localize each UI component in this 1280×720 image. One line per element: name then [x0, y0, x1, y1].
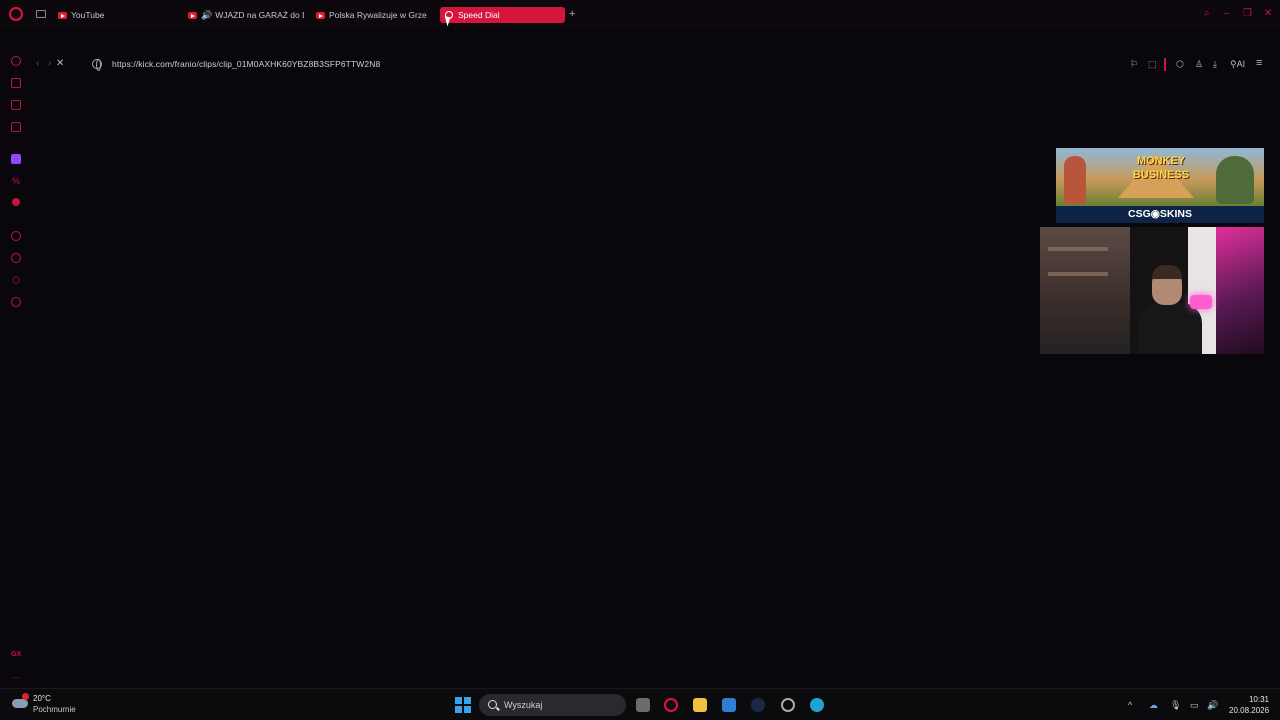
ad-banner[interactable]: MONKEY BUSINESS CSG◉SKINS	[1056, 148, 1264, 223]
cloud-icon[interactable]	[12, 699, 28, 708]
youtube-icon	[316, 12, 325, 19]
messenger-icon[interactable]	[11, 100, 21, 110]
tab-youtube[interactable]: YouTube	[58, 7, 178, 23]
windows-taskbar: 20°C Pochmurnie Wyszukaj ^ ☁ 🎙 ▭ 🔊 10:31…	[0, 688, 1280, 720]
tab-polska[interactable]: Polska Rywalizuje w Grze	[316, 7, 432, 23]
app-icon[interactable]	[781, 698, 795, 712]
ad-brand: CSG◉SKINS	[1127, 208, 1192, 220]
youtube-icon	[188, 12, 197, 19]
neon-sign	[1190, 295, 1212, 309]
windows-start-icon[interactable]	[455, 697, 471, 713]
ms-store-icon[interactable]	[722, 698, 736, 712]
character-left	[1064, 156, 1086, 204]
extensions-icon[interactable]: ⬡	[1176, 59, 1184, 70]
address-bar-row: ‹ › ✕ https://kick.com/franio/clips/clip…	[0, 28, 1280, 71]
date: 20.08.2026	[1229, 706, 1270, 715]
tab-wjazd[interactable]: 🔊 WJAZD na GARAŻ do D	[188, 7, 304, 23]
tab-label: WJAZD na GARAŻ do D	[215, 10, 304, 20]
shelf	[1048, 272, 1108, 276]
extensions-sidebar-icon[interactable]: ⬡	[11, 275, 21, 285]
player-icon[interactable]	[11, 122, 21, 132]
task-view-icon[interactable]	[636, 698, 650, 712]
streamer-body	[1138, 303, 1202, 354]
weather-temp[interactable]: 20°C	[33, 694, 51, 703]
percent-icon[interactable]: %	[11, 176, 21, 186]
microphone-icon[interactable]: 🎙	[1170, 700, 1181, 711]
tab-islands-icon[interactable]	[36, 10, 46, 18]
tab-speed-dial[interactable]: Speed Dial	[440, 7, 565, 23]
play-icon[interactable]	[11, 231, 21, 241]
steam-icon[interactable]	[751, 698, 765, 712]
tray-overflow-icon[interactable]: ^	[1128, 700, 1132, 710]
gx-control-icon[interactable]	[11, 56, 21, 66]
neon-plant	[1216, 227, 1264, 354]
webcam-video[interactable]	[1040, 227, 1264, 354]
volume-icon[interactable]: 🔊	[1207, 700, 1218, 711]
ad-title: MONKEY BUSINESS	[1132, 155, 1190, 181]
record-icon[interactable]	[12, 198, 20, 206]
download-icon[interactable]: ⤓	[1213, 59, 1217, 70]
speaker-icon[interactable]: 🔊	[201, 7, 212, 23]
weather-condition[interactable]: Pochmurnie	[33, 705, 76, 714]
edge-icon[interactable]	[810, 698, 824, 712]
time: 10:31	[1248, 695, 1269, 704]
back-button[interactable]: ‹	[36, 58, 39, 69]
tab-label: YouTube	[71, 10, 105, 20]
gx-label[interactable]: GX	[11, 650, 21, 660]
new-tab-button[interactable]: +	[569, 9, 575, 20]
forward-button[interactable]: ›	[48, 58, 51, 69]
aria-icon: ⚲	[1230, 59, 1237, 69]
history-icon[interactable]	[11, 253, 21, 263]
network-icon[interactable]: ▭	[1190, 700, 1199, 711]
aria-ai-button[interactable]: ⚲AI	[1230, 59, 1245, 70]
search-placeholder: Wyszukaj	[504, 700, 543, 710]
weather-alert-icon	[22, 693, 29, 700]
profile-icon[interactable]: ♙	[1195, 59, 1203, 70]
ad-artwork: MONKEY BUSINESS	[1056, 148, 1264, 206]
streamer-hair	[1152, 265, 1182, 279]
close-button[interactable]: ✕	[1264, 8, 1272, 19]
minimize-button[interactable]: –	[1224, 8, 1230, 19]
search-tabs-icon[interactable]: ⌕	[1204, 8, 1210, 19]
toolbar-divider	[1164, 58, 1166, 71]
reload-stop-button[interactable]: ✕	[56, 58, 64, 69]
room-shelves	[1040, 227, 1130, 354]
restore-button[interactable]: ❐	[1243, 8, 1252, 19]
character-right	[1216, 156, 1254, 204]
clock[interactable]: 10:31 20.08.2026	[1229, 694, 1269, 716]
sidebar-more-icon[interactable]: ...	[11, 670, 21, 680]
taskbar-search[interactable]: Wyszukaj	[479, 694, 626, 716]
snapshot-icon[interactable]: ⬚	[1148, 59, 1157, 70]
site-info-globe-icon[interactable]	[92, 59, 102, 71]
opera-gx-logo-icon[interactable]	[9, 7, 23, 21]
search-icon	[488, 700, 497, 709]
tab-label: Polska Rywalizuje w Grze	[329, 10, 427, 20]
youtube-icon	[58, 12, 67, 19]
gx-corner-icon[interactable]	[11, 78, 21, 88]
menu-icon[interactable]: ≡	[1256, 57, 1262, 69]
gx-sidebar: % ⬡ GX ...	[0, 46, 32, 688]
tab-bar: YouTube 🔊 WJAZD na GARAŻ do D Polska Rywa…	[0, 0, 1280, 28]
bookmark-icon[interactable]: ⚐	[1130, 59, 1138, 70]
url-field[interactable]: https://kick.com/franio/clips/clip_01M0A…	[112, 59, 380, 69]
twitch-icon[interactable]	[11, 154, 21, 164]
file-explorer-icon[interactable]	[693, 698, 707, 712]
settings-icon[interactable]	[11, 297, 21, 307]
shelf	[1048, 247, 1108, 251]
onedrive-icon[interactable]: ☁	[1149, 700, 1158, 711]
opera-gx-taskbar-icon[interactable]	[664, 698, 678, 712]
tab-label: Speed Dial	[458, 10, 500, 20]
ai-label: AI	[1236, 59, 1246, 69]
